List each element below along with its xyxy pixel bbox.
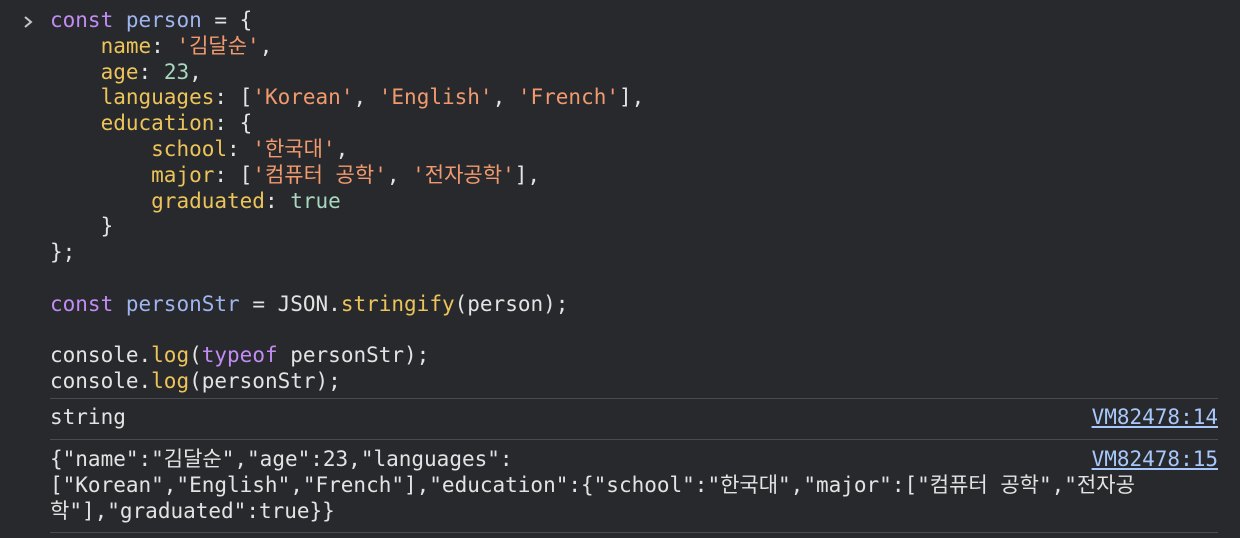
code-token-plain: , (353, 85, 379, 110)
code-token-plain: } (50, 214, 114, 239)
code-line: console.log(personStr); (50, 369, 644, 395)
code-token-fn: stringify (340, 291, 455, 316)
code-token-plain: : [ (214, 85, 253, 110)
code-token-plain: , (189, 59, 202, 84)
code-token-str: 'English' (378, 85, 493, 110)
devtools-console: const person = { name: '김달순', age: 23, l… (0, 0, 1240, 538)
code-token-plain: : [ (214, 162, 253, 187)
code-token-plain: personStr); (277, 343, 430, 368)
code-token-plain: ( (189, 343, 202, 368)
code-token-str: '김달순' (176, 33, 260, 58)
code-token-plain: ], (514, 162, 541, 187)
code-token-plain: : (138, 59, 164, 84)
code-line: age: 23, (50, 60, 644, 86)
code-token-fn: log (151, 369, 190, 394)
code-token-plain: (personStr); (189, 369, 341, 394)
code-token-num: 23 (163, 59, 190, 84)
code-token-plain: }; (50, 240, 76, 265)
code-token-fn: log (151, 343, 190, 368)
code-token-prop: education (100, 111, 215, 136)
code-token-plain: , (335, 136, 349, 161)
code-token-bool: true (290, 188, 341, 213)
console-output-text: string (50, 405, 126, 429)
code-token-prop: age (100, 59, 139, 84)
code-token-str: '전자공학' (412, 162, 515, 187)
code-token-kw: typeof (201, 343, 278, 368)
code-line: name: '김달순', (50, 34, 644, 60)
code-token-prop: name (100, 33, 152, 58)
source-link[interactable]: VM82478:14 (1092, 404, 1218, 430)
code-token-str: '컴퓨터 공학' (252, 162, 387, 187)
chevron-right-icon (22, 10, 36, 34)
code-line: major: ['컴퓨터 공학', '전자공학'], (50, 163, 644, 189)
code-token-var: personStr (125, 291, 240, 316)
code-line: education: { (50, 111, 644, 137)
code-token-plain: console. (50, 343, 152, 368)
code-line: console.log(typeof personStr); (50, 343, 644, 369)
code-token-kw: const (50, 291, 114, 316)
code-token-plain: , (259, 33, 273, 58)
code-token-plain: : { (214, 111, 253, 136)
console-input-code[interactable]: const person = { name: '김달순', age: 23, l… (50, 8, 644, 395)
divider (50, 439, 1218, 440)
code-token-str: 'French' (517, 85, 620, 110)
divider (50, 398, 1218, 399)
code-line: graduated: true (50, 189, 644, 215)
code-token-str: 'Korean' (252, 85, 354, 110)
code-token-plain: : (151, 33, 177, 58)
code-line: const person = { (50, 8, 644, 34)
console-message-string: string VM82478:14 (50, 404, 1218, 430)
code-token-prop: school (151, 136, 228, 161)
code-token-plain: : (264, 188, 291, 213)
code-token-prop: languages (100, 85, 215, 110)
code-token-plain: , (386, 162, 413, 187)
source-link[interactable]: VM82478:15 (1092, 446, 1218, 472)
code-line: const personStr = JSON.stringify(person)… (50, 292, 644, 318)
code-token-plain: : (227, 136, 253, 161)
divider (50, 532, 1218, 533)
code-token-str: '한국대' (252, 136, 336, 161)
code-token-plain: = JSON. (239, 291, 341, 316)
console-message-json: {"name":"김달순","age":23,"languages": ["Ko… (50, 446, 1218, 524)
code-token-prop: graduated (151, 188, 265, 213)
code-line: }; (50, 240, 644, 266)
code-line: school: '한국대', (50, 137, 644, 163)
code-token-plain: = { (201, 8, 253, 32)
code-token-kw: const (50, 8, 114, 32)
code-line: languages: ['Korean', 'English', 'French… (50, 85, 645, 111)
code-token-plain: , (492, 85, 518, 110)
code-token-prop: major (151, 162, 215, 187)
console-output-text: {"name":"김달순","age":23,"languages": ["Ko… (50, 447, 1135, 523)
code-token-plain: console. (50, 369, 152, 394)
code-token-plain: ], (619, 85, 645, 110)
code-line: } (50, 214, 644, 240)
code-token-var: person (125, 8, 202, 32)
code-token-plain: (person); (454, 291, 569, 316)
